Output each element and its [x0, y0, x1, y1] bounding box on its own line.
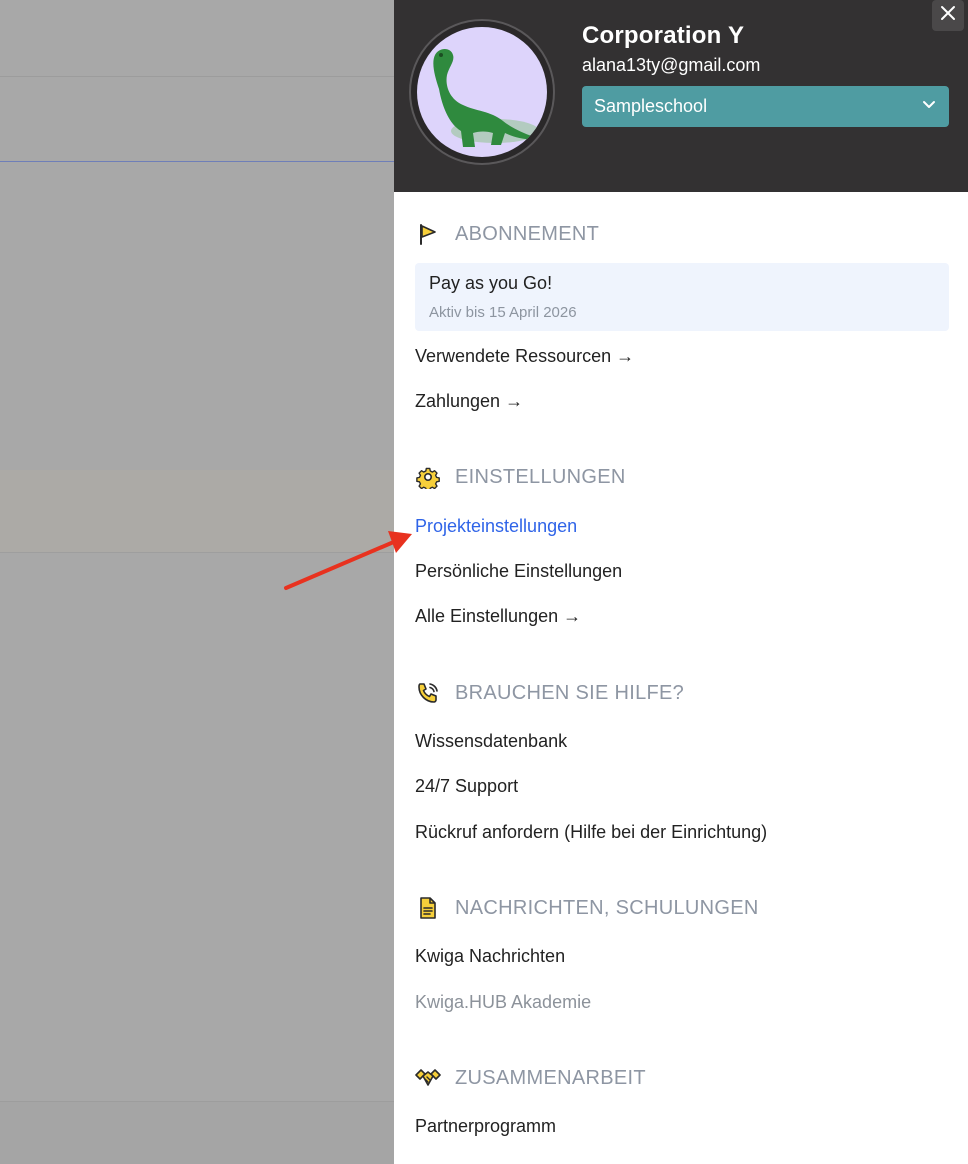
- section-settings: EINSTELLUNGEN: [415, 464, 626, 490]
- close-button[interactable]: [932, 0, 964, 31]
- organization-name: Corporation Y: [582, 22, 745, 49]
- link-partner-program[interactable]: Partnerprogramm: [415, 1116, 556, 1137]
- background-divider: [0, 76, 394, 77]
- school-select-value: Sampleschool: [594, 96, 708, 116]
- drawer-header: Corporation Y alana13ty@gmail.com Sample…: [394, 0, 968, 192]
- section-title: ABONNEMENT: [455, 222, 600, 245]
- document-icon: [415, 895, 441, 921]
- section-title: ZUSAMMENARBEIT: [455, 1066, 646, 1089]
- section-collaboration: ZUSAMMENARBEIT: [415, 1065, 646, 1091]
- section-news: NACHRICHTEN, SCHULUNGEN: [415, 895, 759, 921]
- link-used-resources[interactable]: Verwendete Ressourcen →: [415, 346, 634, 367]
- background-divider: [0, 161, 394, 162]
- link-kwiga-news[interactable]: Kwiga Nachrichten: [415, 946, 565, 967]
- plan-card: Pay as you Go! Aktiv bis 15 April 2026: [415, 263, 949, 331]
- phone-icon: [415, 680, 441, 706]
- handshake-icon: [415, 1065, 441, 1091]
- section-title: NACHRICHTEN, SCHULUNGEN: [455, 896, 759, 919]
- background-footer: [0, 1101, 394, 1164]
- user-email: alana13ty@gmail.com: [582, 55, 761, 75]
- chevron-down-icon: [921, 96, 937, 117]
- account-drawer: Corporation Y alana13ty@gmail.com Sample…: [394, 0, 968, 1164]
- link-all-settings[interactable]: Alle Einstellungen →: [415, 606, 581, 627]
- plan-status: Aktiv bis 15 April 2026: [429, 304, 577, 321]
- background-overlay[interactable]: [0, 0, 394, 1164]
- link-knowledge-base[interactable]: Wissensdatenbank: [415, 731, 567, 752]
- section-subscription: ABONNEMENT: [415, 221, 599, 247]
- section-help: BRAUCHEN SIE HILFE?: [415, 680, 684, 706]
- section-title: EINSTELLUNGEN: [455, 465, 626, 488]
- link-support[interactable]: 24/7 Support: [415, 776, 518, 797]
- link-payments[interactable]: Zahlungen →: [415, 391, 523, 412]
- background-divider: [0, 552, 394, 553]
- gear-icon: [415, 464, 441, 490]
- section-title: BRAUCHEN SIE HILFE?: [455, 681, 685, 704]
- plan-name: Pay as you Go!: [429, 273, 553, 293]
- close-icon: [940, 5, 956, 26]
- dinosaur-avatar: [417, 27, 547, 157]
- background-panel: [0, 470, 394, 552]
- flag-icon: [415, 221, 441, 247]
- link-kwiga-hub-academy[interactable]: Kwiga.HUB Akademie: [415, 992, 591, 1013]
- link-request-callback[interactable]: Rückruf anfordern (Hilfe bei der Einrich…: [415, 822, 767, 843]
- avatar: [409, 19, 555, 165]
- link-personal-settings[interactable]: Persönliche Einstellungen: [415, 561, 622, 582]
- school-select[interactable]: Sampleschool: [582, 86, 949, 127]
- link-project-settings[interactable]: Projekteinstellungen: [415, 516, 577, 537]
